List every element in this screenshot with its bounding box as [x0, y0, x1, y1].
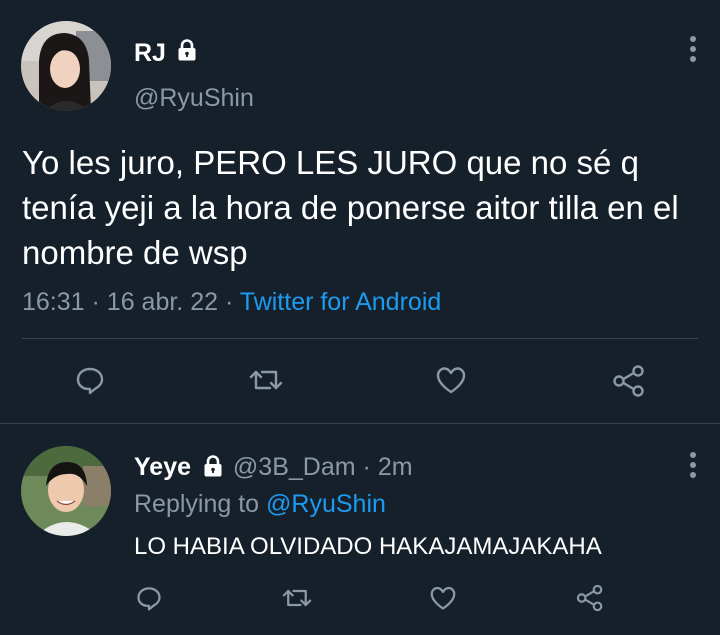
tweet-meta: 16:31 · 16 abr. 22 · Twitter for Android [22, 286, 441, 318]
replying-to-label: Replying to [134, 490, 260, 518]
more-vertical-icon[interactable] [681, 450, 705, 482]
reply-icon[interactable] [135, 584, 163, 612]
reply-text: LO HABIA OLVIDADO HAKAJAMAJAKAHA [134, 533, 602, 560]
tweet-source-link[interactable]: Twitter for Android [240, 288, 441, 316]
divider [22, 338, 698, 339]
display-name[interactable]: RJ [134, 38, 166, 68]
share-icon[interactable] [575, 583, 605, 613]
tweet-text: Yo les juro, PERO LES JURO que no sé q t… [22, 144, 679, 271]
tweet-time: 16:31 [22, 288, 85, 316]
lock-icon [200, 453, 226, 479]
lock-icon [174, 37, 200, 63]
replying-to: Replying to @RyuShin [134, 488, 386, 520]
meta-separator: · [362, 453, 371, 481]
handle[interactable]: @RyuShin [134, 83, 254, 113]
tweet-date: 16 abr. 22 [106, 288, 219, 316]
replying-to-handle-link[interactable]: @RyuShin [266, 490, 386, 518]
retweet-icon[interactable] [281, 584, 313, 612]
reply-header: Yeye @3B_Dam · 2m [134, 452, 413, 482]
reply-icon[interactable] [74, 364, 106, 396]
meta-separator: · [224, 288, 234, 316]
handle[interactable]: @3B_Dam [233, 453, 356, 481]
avatar[interactable] [21, 446, 111, 536]
retweet-icon[interactable] [248, 364, 284, 396]
like-icon[interactable] [434, 365, 468, 395]
meta-separator: · [91, 288, 100, 316]
share-icon[interactable] [611, 364, 647, 398]
divider [0, 423, 720, 424]
more-vertical-icon[interactable] [681, 34, 705, 66]
like-icon[interactable] [428, 585, 458, 611]
reply-time: 2m [377, 453, 413, 481]
display-name[interactable]: Yeye [134, 453, 191, 481]
avatar[interactable] [21, 21, 111, 111]
